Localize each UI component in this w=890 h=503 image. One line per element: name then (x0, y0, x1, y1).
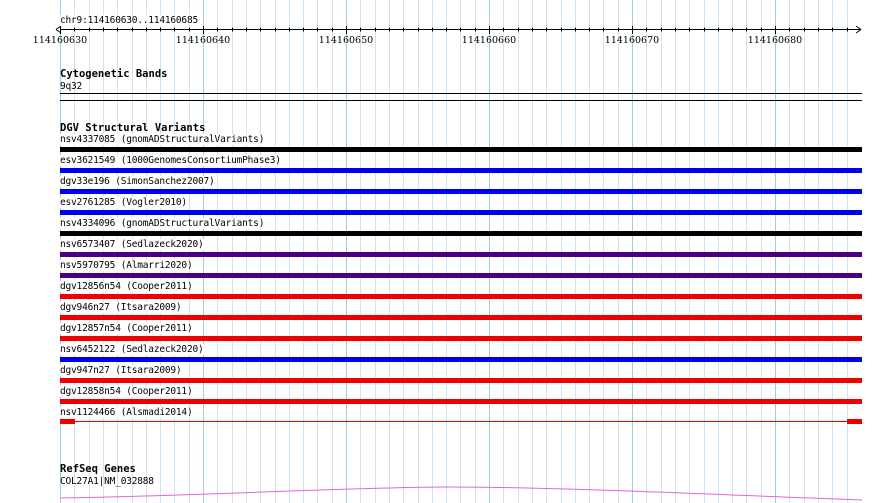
refseq-gene-label[interactable]: COL27A1|NM_032888 (60, 476, 154, 487)
dgv-variant-label[interactable]: nsv4337085 (gnomADStructuralVariants) (60, 134, 264, 145)
dgv-variant-label[interactable]: nsv6573407 (Sedlazeck2020) (60, 239, 204, 250)
ruler-tick-label: 114160650 (318, 35, 374, 46)
dgv-variant-bar[interactable] (60, 231, 862, 236)
dgv-variant-connector (60, 421, 862, 422)
cytogenetic-bands-title[interactable]: Cytogenetic Bands (60, 68, 167, 80)
dgv-variant-label[interactable]: esv2761285 (Vogler2010) (60, 197, 187, 208)
dgv-variant-label[interactable]: nsv6452122 (Sedlazeck2020) (60, 344, 204, 355)
ruler-arrow-right (855, 25, 862, 30)
dgv-variant-label[interactable]: nsv5970795 (Almarri2020) (60, 260, 193, 271)
dgv-variant-bar[interactable] (60, 147, 862, 152)
ruler-tick-label: 114160680 (747, 35, 803, 46)
dgv-variant-bar[interactable] (60, 294, 862, 299)
cytoband-label: 9q32 (60, 81, 83, 92)
dgv-variant-bar[interactable] (60, 357, 862, 362)
dgv-variant-label[interactable]: esv3621549 (1000GenomesConsortiumPhase3) (60, 155, 281, 166)
dgv-variant-label[interactable]: dgv947n27 (Itsara2009) (60, 365, 182, 376)
dgv-variant-bar[interactable] (847, 419, 862, 424)
dgv-track-title[interactable]: DGV Structural Variants (60, 122, 205, 134)
ruler-tick-label: 114160630 (32, 35, 88, 46)
dgv-variant-bar[interactable] (60, 399, 862, 404)
dgv-variant-bar[interactable] (60, 189, 862, 194)
dgv-variant-bar[interactable] (60, 315, 862, 320)
dgv-variant-label[interactable]: dgv12857n54 (Cooper2011) (60, 323, 193, 334)
dgv-variant-label[interactable]: dgv946n27 (Itsara2009) (60, 302, 182, 313)
ruler-tick-label: 114160660 (461, 35, 517, 46)
dgv-variant-label[interactable]: dgv12858n54 (Cooper2011) (60, 386, 193, 397)
dgv-variant-label[interactable]: nsv1124466 (Alsmadi2014) (60, 407, 193, 418)
refseq-genes-title[interactable]: RefSeq Genes (60, 463, 136, 475)
dgv-variant-bar[interactable] (60, 168, 862, 173)
ruler-tick-label: 114160670 (604, 35, 660, 46)
dgv-variant-bar[interactable] (60, 378, 862, 383)
dgv-variant-bar[interactable] (60, 273, 862, 278)
dgv-variant-label[interactable]: nsv4334096 (gnomADStructuralVariants) (60, 218, 264, 229)
dgv-variant-bar[interactable] (60, 252, 862, 257)
ruler-arrow-right-b (855, 29, 862, 34)
dgv-variant-label[interactable]: dgv12856n54 (Cooper2011) (60, 281, 193, 292)
ruler-tick-label: 114160640 (175, 35, 231, 46)
dgv-variant-label[interactable]: dgv33e196 (SimonSanchez2007) (60, 176, 215, 187)
dgv-variant-bar[interactable] (60, 336, 862, 341)
ruler-region-label: chr9:114160630..114160685 (60, 15, 198, 26)
dgv-variant-bar[interactable] (60, 210, 862, 215)
